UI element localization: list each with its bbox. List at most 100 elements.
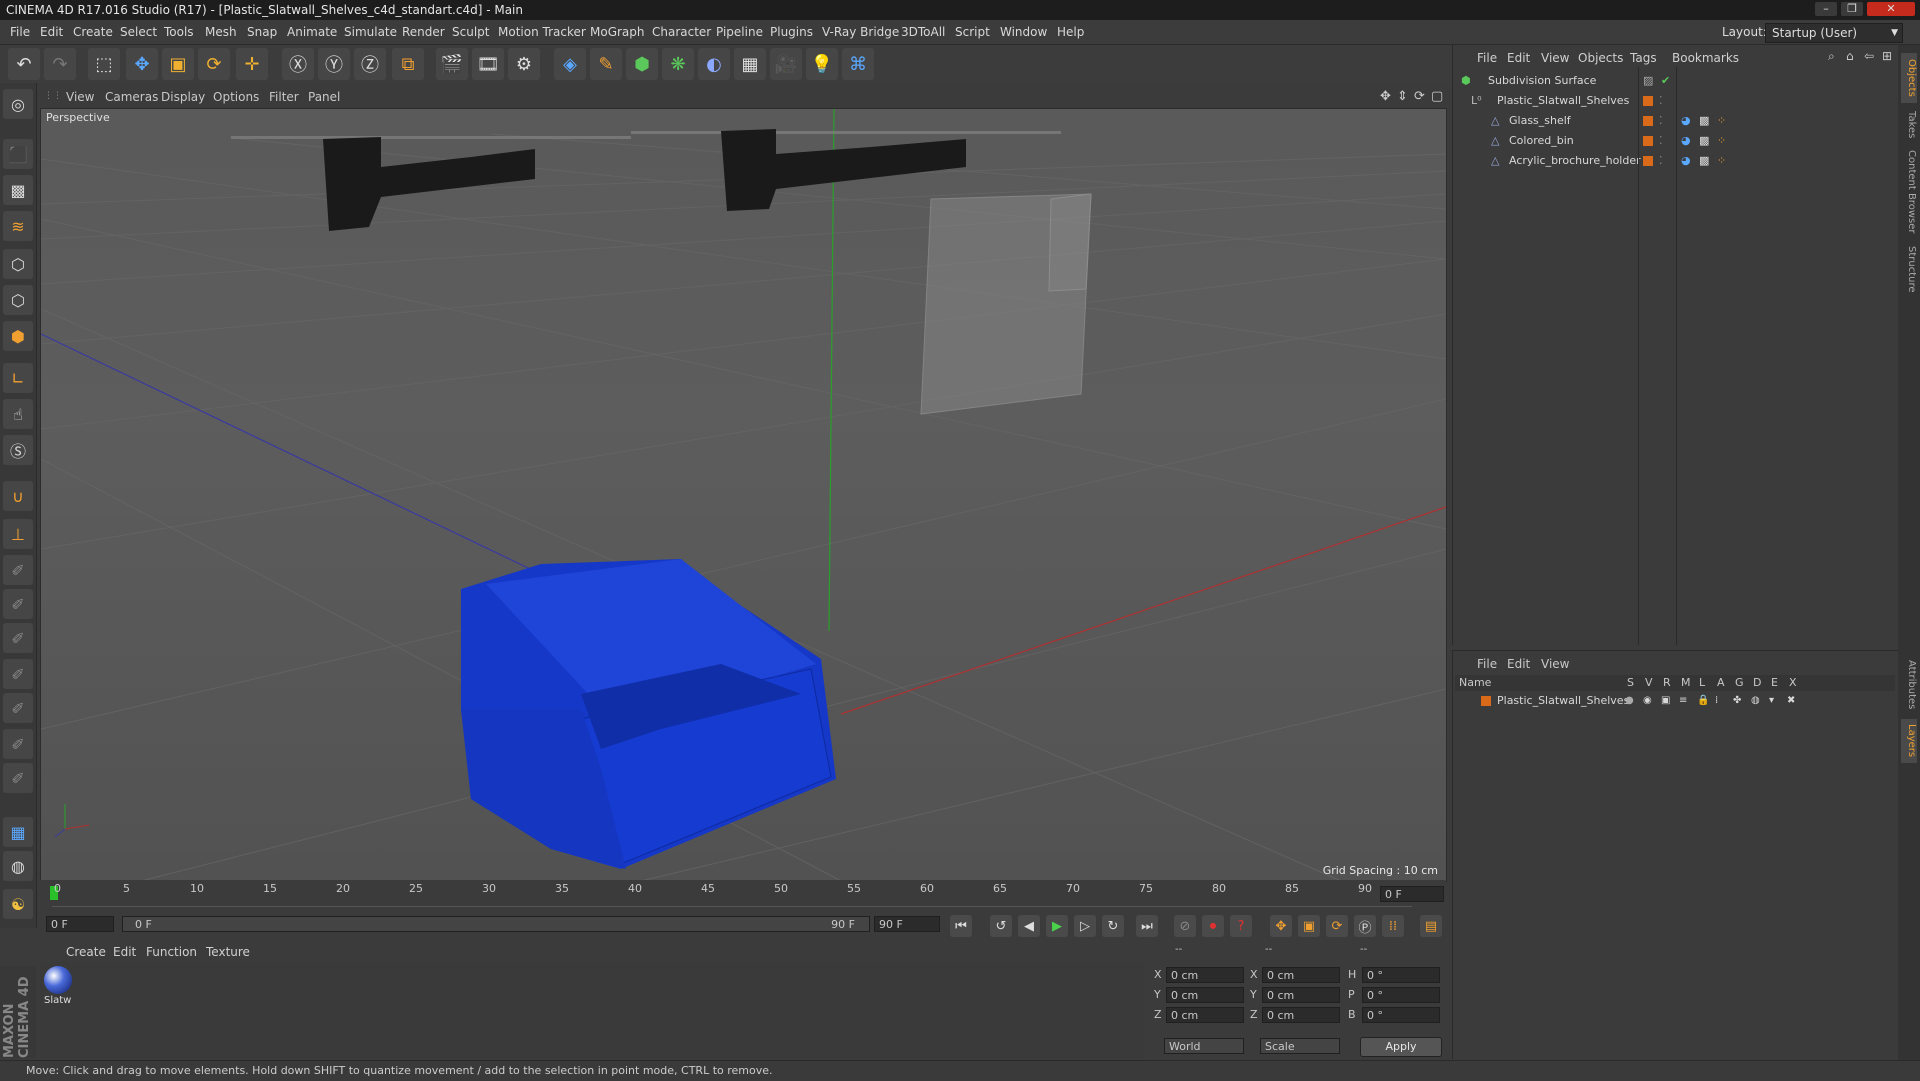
solo-icon[interactable]: ● [1625, 691, 1634, 711]
previous-frame-icon[interactable]: ◀ [1018, 915, 1040, 937]
key-parameter-icon[interactable]: Ⓟ [1354, 915, 1376, 937]
sculpt-brush-4-icon[interactable]: ✐ [3, 659, 33, 689]
apply-button[interactable]: Apply [1360, 1037, 1442, 1057]
material-menu-function[interactable]: Function [146, 942, 197, 962]
selection-tag-icon[interactable]: ⁘ [1717, 131, 1726, 151]
phong-tag-icon[interactable]: ◕ [1681, 131, 1691, 151]
render-icon[interactable]: ▣ [1661, 691, 1670, 711]
timeline-window-icon[interactable]: ▤ [1420, 915, 1442, 937]
menu-vray-bridge[interactable]: V-Ray Bridge [822, 20, 899, 44]
layout-select[interactable]: Startup (User) ▼ [1765, 23, 1903, 43]
deformer-icon[interactable]: ◐ [698, 48, 730, 80]
deformers-icon[interactable]: ◍ [1751, 691, 1760, 711]
maximize-button[interactable]: ❐ [1841, 2, 1863, 16]
menu-sculpt[interactable]: Sculpt [452, 20, 489, 44]
menu-3dtoall[interactable]: 3DToAll [901, 20, 945, 44]
key-rotation-icon[interactable]: ⟳ [1326, 915, 1348, 937]
position-y-field[interactable]: 0 cm [1166, 987, 1244, 1003]
sculpt-brush-3-icon[interactable]: ✐ [3, 623, 33, 653]
menu-tools[interactable]: Tools [164, 20, 194, 44]
array-icon[interactable]: ❋ [662, 48, 694, 80]
layer-color-swatch[interactable] [1643, 96, 1653, 106]
layer-color-swatch[interactable] [1643, 116, 1653, 126]
y-axis-lock-icon[interactable]: Ⓨ [318, 48, 350, 80]
tweak-mode-icon[interactable]: ☝ [3, 399, 33, 429]
phong-tag-icon[interactable]: ◕ [1681, 151, 1691, 171]
selection-tag-icon[interactable]: ⁘ [1717, 111, 1726, 131]
play-icon[interactable]: ▶ [1046, 915, 1068, 937]
x-axis-lock-icon[interactable]: Ⓧ [282, 48, 314, 80]
menu-pipeline[interactable]: Pipeline [716, 20, 763, 44]
xrefs-icon[interactable]: ✖ [1787, 691, 1795, 711]
move-tool-icon[interactable]: ✥ [126, 48, 158, 80]
manager-icon[interactable]: ≡ [1679, 691, 1687, 711]
menu-edit[interactable]: Edit [40, 20, 63, 44]
visibility-dots-icon[interactable]: ⁚ [1659, 111, 1663, 131]
objects-menu-objects[interactable]: Objects [1578, 51, 1623, 65]
minimize-button[interactable]: – [1815, 2, 1837, 16]
world-select[interactable]: World [1164, 1038, 1244, 1054]
render-settings-icon[interactable]: ⚙ [508, 48, 540, 80]
rotate-tool-icon[interactable]: ⟳ [198, 48, 230, 80]
material-menu-texture[interactable]: Texture [206, 942, 250, 962]
layers-menu-view[interactable]: View [1541, 657, 1569, 671]
go-to-end-icon[interactable]: ⏭ [1136, 915, 1158, 937]
enabled-check-icon[interactable]: ✔ [1661, 71, 1670, 91]
magnet-icon[interactable]: ∪ [3, 481, 33, 511]
checker-icon[interactable]: ▦ [3, 817, 33, 847]
layer-color-swatch[interactable] [1643, 136, 1653, 146]
menu-help[interactable]: Help [1057, 20, 1084, 44]
spline-pen-icon[interactable]: ✎ [590, 48, 622, 80]
rotation-p-field[interactable]: 0 ° [1362, 987, 1440, 1003]
scale-select[interactable]: Scale [1260, 1038, 1340, 1054]
objects-menu-tags[interactable]: Tags [1630, 51, 1657, 65]
key-pla-icon[interactable]: ⁞⁞ [1382, 915, 1404, 937]
layer-color-swatch[interactable] [1481, 696, 1491, 706]
position-z-field[interactable]: 0 cm [1166, 1007, 1244, 1023]
range-end-field[interactable]: 90 F [874, 916, 940, 932]
rotation-h-field[interactable]: 0 ° [1362, 967, 1440, 983]
menu-character[interactable]: Character [652, 20, 711, 44]
texture-tag-icon[interactable]: ▩ [1699, 151, 1709, 171]
texture-tag-icon[interactable]: ▩ [1699, 131, 1709, 151]
viewport-menu-options[interactable]: Options [213, 87, 259, 107]
render-view-icon[interactable]: 🎬 [436, 48, 468, 80]
end-frame-field[interactable]: 0 F [1380, 886, 1444, 902]
layer-checkbox-icon[interactable]: ▨ [1643, 71, 1653, 91]
paint-icon[interactable]: ◍ [3, 851, 33, 881]
visibility-dots-icon[interactable]: ⁚ [1659, 151, 1663, 171]
rotation-b-field[interactable]: 0 ° [1362, 1007, 1440, 1023]
viewport-menu-cameras[interactable]: Cameras [105, 87, 158, 107]
record-active-icon[interactable]: ⊘ [1174, 915, 1196, 937]
transform-tool-icon[interactable]: ✛ [236, 48, 268, 80]
position-x-field[interactable]: 0 cm [1166, 967, 1244, 983]
menu-plugins[interactable]: Plugins [770, 20, 813, 44]
light-icon[interactable]: 💡 [806, 48, 838, 80]
key-position-icon[interactable]: ✥ [1270, 915, 1292, 937]
axis-mode-icon[interactable]: ∟ [3, 363, 33, 393]
close-button[interactable]: ✕ [1867, 2, 1915, 16]
viewport-menu-filter[interactable]: Filter [269, 87, 299, 107]
tab-objects[interactable]: Objects [1901, 53, 1917, 103]
search-icon[interactable]: ⌕ [1828, 49, 1835, 64]
zoom-view-icon[interactable]: ⇕ [1397, 89, 1408, 104]
next-frame-icon[interactable]: ▷ [1074, 915, 1096, 937]
keyframe-selection-icon[interactable]: ? [1230, 915, 1252, 937]
tab-takes[interactable]: Takes [1901, 107, 1917, 143]
menu-select[interactable]: Select [120, 20, 157, 44]
objects-menu-view[interactable]: View [1541, 51, 1569, 65]
tab-attributes[interactable]: Attributes [1901, 655, 1917, 715]
axis-tool-icon[interactable]: ⊥ [3, 519, 33, 549]
redo-icon[interactable]: ↷ [44, 48, 76, 80]
material-menu-create[interactable]: Create [66, 942, 106, 962]
menu-mesh[interactable]: Mesh [205, 20, 237, 44]
cube-object-icon[interactable]: ◈ [554, 48, 586, 80]
animation-icon[interactable]: ⁞ [1715, 691, 1718, 711]
frame-range-slider[interactable]: 0 F 90 F [122, 916, 870, 932]
generators-icon[interactable]: ✤ [1733, 691, 1741, 711]
viewport-menu-view[interactable]: View [66, 87, 94, 107]
scale-tool-icon[interactable]: ▣ [162, 48, 194, 80]
layer-row[interactable]: Plastic_Slatwall_Shelves ● ◉ ▣ ≡ 🔒 ⁞ ✤ ◍… [1453, 691, 1893, 711]
sculpt-brush-5-icon[interactable]: ✐ [3, 693, 33, 723]
menu-simulate[interactable]: Simulate [344, 20, 397, 44]
